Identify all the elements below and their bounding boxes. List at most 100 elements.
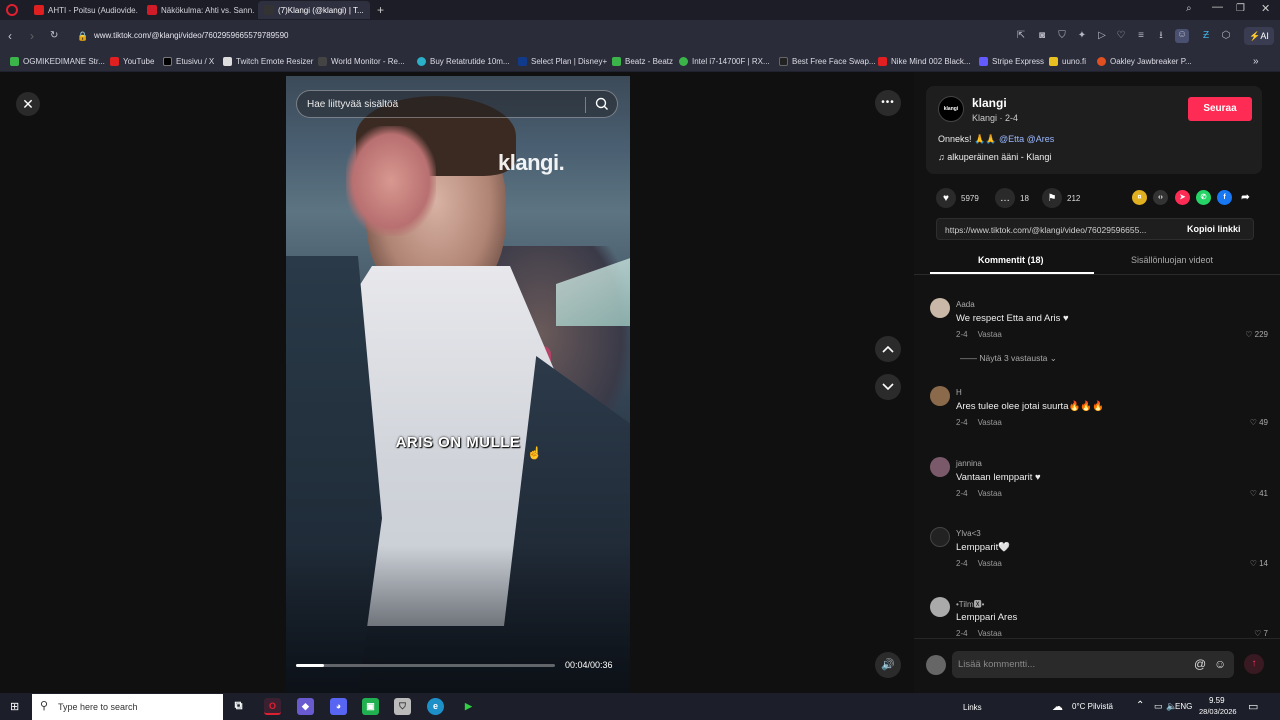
browser-tab-3-active[interactable]: (7)Klangi (@klangi) | T... bbox=[258, 1, 370, 19]
bookmark-item[interactable]: Buy Retatrutide 10m... bbox=[417, 57, 510, 66]
reply-button[interactable]: Vastaa bbox=[978, 330, 1002, 339]
bookmark-item[interactable]: Beatz - Beatz bbox=[612, 57, 673, 66]
back-icon[interactable]: ‹ bbox=[8, 29, 12, 43]
bookmark-item[interactable]: Nike Mind 002 Black... bbox=[878, 57, 971, 66]
bookmark-item[interactable]: Etusivu / X bbox=[163, 57, 214, 66]
play-icon[interactable]: ▷ bbox=[1096, 30, 1108, 42]
video-progress-bar[interactable] bbox=[296, 664, 555, 667]
reply-button[interactable]: Vastaa bbox=[978, 489, 1002, 498]
more-options-button[interactable]: ••• bbox=[875, 90, 901, 116]
video-player[interactable]: Hae liittyvää sisältöä klangi. ARIS ON M… bbox=[286, 76, 630, 693]
show-replies-button[interactable]: —— Näytä 3 vastausta ⌄ bbox=[960, 353, 1057, 364]
close-video-button[interactable]: ✕ bbox=[16, 92, 40, 116]
comment-input[interactable]: Lisää kommentti... @ ☺ bbox=[952, 651, 1234, 678]
related-search-bar[interactable]: Hae liittyvää sisältöä bbox=[296, 90, 618, 118]
coin-share-icon[interactable]: ¤ bbox=[1132, 190, 1147, 205]
reply-button[interactable]: Vastaa bbox=[978, 559, 1002, 568]
comment-like[interactable]: ♡ 229 bbox=[1245, 330, 1268, 339]
comment-like[interactable]: ♡ 41 bbox=[1250, 489, 1268, 498]
close-window-icon[interactable]: ✕ bbox=[1261, 2, 1270, 15]
send-comment-button[interactable]: ↑ bbox=[1244, 654, 1264, 674]
comment-avatar[interactable] bbox=[930, 298, 950, 318]
comment-like[interactable]: ♡ 49 bbox=[1250, 418, 1268, 427]
tray-chevron-icon[interactable]: ⌃ bbox=[1136, 700, 1144, 711]
bookmark-item[interactable]: Oakley Jawbreaker P... bbox=[1097, 57, 1192, 66]
discord-taskbar-icon[interactable]: ◕ bbox=[330, 698, 347, 715]
browser-tab-2[interactable]: Näkökulma: Ahti vs. Sann... bbox=[141, 1, 255, 19]
mention-icon[interactable]: @ bbox=[1194, 657, 1206, 671]
minimize-icon[interactable]: — bbox=[1212, 1, 1223, 13]
play-app-taskbar-icon[interactable]: ▶ bbox=[460, 698, 477, 715]
clock-time[interactable]: 9.59 bbox=[1209, 696, 1225, 705]
facebook-icon[interactable]: f bbox=[1217, 190, 1232, 205]
links-toolbar[interactable]: Links bbox=[963, 703, 982, 712]
search-icon[interactable] bbox=[594, 96, 610, 112]
like-stat[interactable]: ♥ 5979 bbox=[936, 188, 979, 208]
tab-creator-videos[interactable]: Sisällönluojan videot bbox=[1131, 255, 1213, 265]
restore-icon[interactable]: ❐ bbox=[1236, 3, 1245, 14]
follow-button[interactable]: Seuraa bbox=[1188, 97, 1252, 121]
browser-tab-1[interactable]: AHTI - Poitsu (Audiovide... bbox=[28, 1, 138, 19]
comment-avatar[interactable] bbox=[930, 386, 950, 406]
task-view-icon[interactable]: ⧉ bbox=[230, 698, 247, 715]
comment-username[interactable]: Ylva<3 bbox=[956, 529, 981, 538]
tab-comments[interactable]: Kommentit (18) bbox=[978, 255, 1044, 265]
send-share-icon[interactable]: ➤ bbox=[1175, 190, 1190, 205]
translate-icon[interactable]: Ƶ bbox=[1200, 30, 1212, 42]
bookmark-item[interactable]: Twitch Emote Resizer bbox=[223, 57, 313, 66]
bookmark-item[interactable]: World Monitor - Re... bbox=[318, 57, 405, 66]
comment-like[interactable]: ♡ 14 bbox=[1250, 559, 1268, 568]
shield-icon[interactable]: ⛉ bbox=[1056, 30, 1068, 42]
comment-username[interactable]: •Tilm🆇• bbox=[956, 599, 984, 610]
edge-taskbar-icon[interactable]: e bbox=[427, 698, 444, 715]
bookmarks-overflow-icon[interactable]: » bbox=[1253, 56, 1259, 67]
ai-extension-button[interactable]: ⚡AI bbox=[1244, 27, 1274, 45]
comment-avatar[interactable] bbox=[930, 527, 950, 547]
green-app-taskbar-icon[interactable]: ▣ bbox=[362, 698, 379, 715]
video-link-text[interactable]: https://www.tiktok.com/@klangi/video/760… bbox=[945, 225, 1175, 235]
extensions-icon[interactable]: ✦ bbox=[1076, 30, 1088, 42]
description-mentions[interactable]: @Etta @Ares bbox=[999, 134, 1054, 144]
bookmark-item[interactable]: Intel i7-14700F | RX... bbox=[679, 57, 770, 66]
author-avatar[interactable]: klangi bbox=[938, 96, 964, 122]
bookmark-item[interactable]: Best Free Face Swap... bbox=[779, 57, 876, 66]
emoji-icon[interactable]: ☺ bbox=[1214, 657, 1226, 671]
reply-button[interactable]: Vastaa bbox=[978, 629, 1002, 637]
next-video-button[interactable] bbox=[875, 374, 901, 400]
comment-avatar[interactable] bbox=[930, 597, 950, 617]
reload-icon[interactable]: ↻ bbox=[50, 30, 58, 41]
sound-link[interactable]: ♫ alkuperäinen ääni - Klangi bbox=[938, 152, 1051, 162]
previous-video-button[interactable] bbox=[875, 336, 901, 362]
download-icon[interactable]: ⭳ bbox=[1155, 30, 1167, 42]
network-icon[interactable]: ▭ bbox=[1154, 701, 1163, 712]
more-share-icon[interactable]: ➦ bbox=[1238, 190, 1253, 205]
comment-username[interactable]: Aada bbox=[956, 300, 975, 309]
weather-text[interactable]: 0°C Pilvistä bbox=[1072, 702, 1113, 711]
comment-avatar[interactable] bbox=[930, 457, 950, 477]
menu-list-icon[interactable]: ≡ bbox=[1135, 30, 1147, 42]
forward-icon[interactable]: › bbox=[30, 29, 34, 43]
save-stat[interactable]: ⚑ 212 bbox=[1042, 188, 1080, 208]
taskbar-search[interactable]: ⚲ Type here to search bbox=[32, 694, 223, 720]
new-tab-icon[interactable]: + bbox=[377, 3, 384, 17]
volume-button[interactable]: 🔊 bbox=[875, 652, 901, 678]
author-name[interactable]: klangi bbox=[972, 96, 1007, 110]
clock-date[interactable]: 28/03/2026 bbox=[1199, 707, 1237, 716]
copy-link-button[interactable]: Kopioi linkki bbox=[1187, 224, 1241, 234]
tab-search-icon[interactable]: ⌕ bbox=[1186, 3, 1192, 14]
bookmark-item[interactable]: uuno.fi bbox=[1049, 57, 1086, 66]
camera-icon[interactable]: ◙ bbox=[1036, 30, 1048, 42]
app-taskbar-icon[interactable]: ◆ bbox=[297, 698, 314, 715]
embed-icon[interactable]: ‹› bbox=[1153, 190, 1168, 205]
url-field[interactable]: www.tiktok.com/@klangi/video/76029596655… bbox=[94, 31, 288, 40]
heart-icon[interactable]: ♡ bbox=[1115, 30, 1127, 42]
comment-username[interactable]: H bbox=[956, 388, 962, 397]
comment-stat[interactable]: … 18 bbox=[995, 188, 1029, 208]
comment-like[interactable]: ♡ 7 bbox=[1254, 629, 1268, 637]
whatsapp-icon[interactable]: ✆ bbox=[1196, 190, 1211, 205]
cube-icon[interactable]: ⬡ bbox=[1220, 30, 1232, 42]
language-indicator[interactable]: ENG bbox=[1175, 702, 1192, 711]
windows-start-icon[interactable]: ⊞ bbox=[10, 700, 19, 713]
send-icon[interactable]: ⇱ bbox=[1015, 30, 1027, 42]
comment-username[interactable]: jannina bbox=[956, 459, 982, 468]
